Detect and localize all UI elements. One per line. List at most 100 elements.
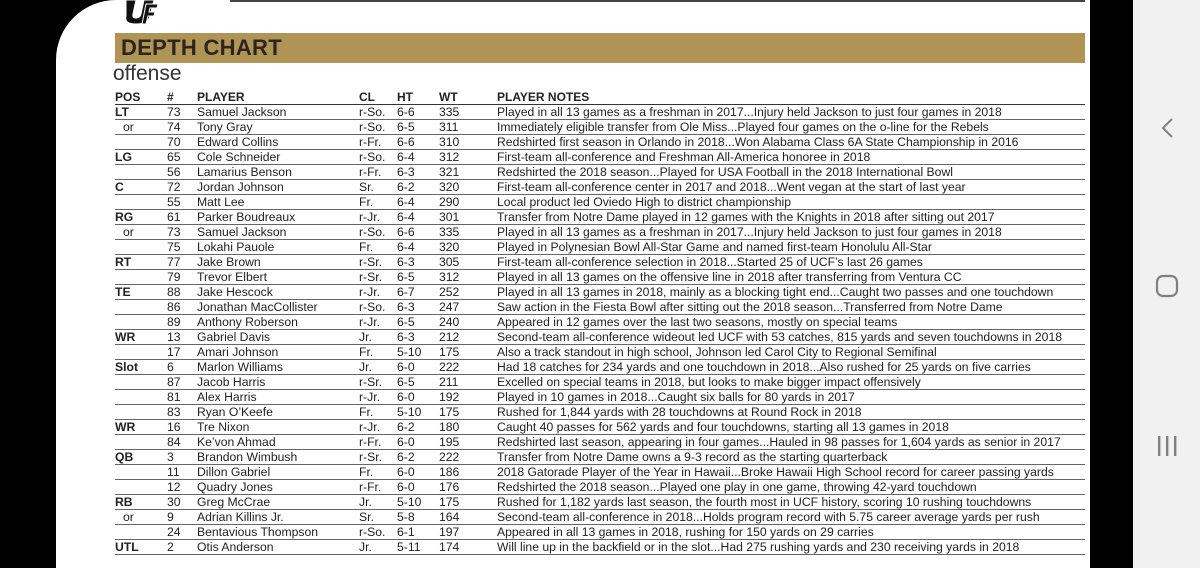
player-weight: 175 bbox=[439, 344, 497, 360]
player-name: Samuel Jackson bbox=[193, 104, 359, 120]
player-name: Edward Collins bbox=[193, 134, 359, 150]
column-header-number: # bbox=[161, 90, 193, 105]
player-number: 89 bbox=[161, 314, 193, 330]
player-notes: Redshirted the 2018 season...Played for … bbox=[497, 164, 1085, 180]
player-position: TE bbox=[115, 284, 161, 300]
table-row: RT 77 Jake Brown r-Sr. 6-3 305 First-team all-… bbox=[115, 254, 1085, 270]
player-number: 77 bbox=[161, 254, 193, 270]
player-class: r-Fr. bbox=[359, 479, 397, 495]
player-class: r-Fr. bbox=[359, 134, 397, 150]
player-weight: 222 bbox=[439, 449, 497, 465]
table-row: UTL 2 Otis Anderson Jr. 5-11 174 Will line up … bbox=[115, 539, 1085, 555]
player-number: 87 bbox=[161, 374, 193, 390]
table-row: Slot 6 Marlon Williams Jr. 6-0 222 Had 18 catc… bbox=[115, 359, 1085, 375]
player-name: Samuel Jackson bbox=[193, 224, 359, 240]
player-height: 6-5 bbox=[397, 314, 439, 330]
player-position: RT bbox=[115, 254, 161, 270]
player-weight: 252 bbox=[439, 284, 497, 300]
column-header-class: CL bbox=[359, 90, 397, 105]
player-notes: Appeared in 12 games over the last two s… bbox=[497, 314, 1085, 330]
back-button[interactable] bbox=[1133, 108, 1200, 148]
player-class: Sr. bbox=[359, 179, 397, 195]
player-name: Otis Anderson bbox=[193, 539, 359, 555]
table-row: 87 Jacob Harris r-Sr. 6-5 211 Excelled on spe… bbox=[115, 374, 1085, 390]
player-notes: Saw action in the Fiesta Bowl after sitt… bbox=[497, 299, 1085, 315]
player-position: WR bbox=[115, 329, 161, 345]
player-name: Gabriel Davis bbox=[193, 329, 359, 345]
player-position bbox=[115, 374, 161, 390]
table-row: WR 16 Tre Nixon r-Jr. 6-2 180 Caught 40 passes… bbox=[115, 419, 1085, 435]
table-row: 89 Anthony Roberson r-Jr. 6-5 240 Appeared in… bbox=[115, 314, 1085, 330]
player-class: Fr. bbox=[359, 344, 397, 360]
player-position: or bbox=[115, 119, 161, 135]
table-row: LT 73 Samuel Jackson r-So. 6-6 335 Played in a… bbox=[115, 104, 1085, 120]
player-number: 74 bbox=[161, 119, 193, 135]
player-weight: 321 bbox=[439, 164, 497, 180]
player-weight: 222 bbox=[439, 359, 497, 375]
player-class: r-Jr. bbox=[359, 419, 397, 435]
player-height: 6-7 bbox=[397, 284, 439, 300]
player-weight: 176 bbox=[439, 479, 497, 495]
player-weight: 192 bbox=[439, 389, 497, 405]
player-height: 5-10 bbox=[397, 404, 439, 420]
player-position: WR bbox=[115, 419, 161, 435]
player-height: 6-3 bbox=[397, 254, 439, 270]
player-weight: 240 bbox=[439, 314, 497, 330]
player-name: Tony Gray bbox=[193, 119, 359, 135]
player-number: 73 bbox=[161, 224, 193, 240]
player-notes: Excelled on special teams in 2018, but l… bbox=[497, 374, 1085, 390]
player-height: 6-6 bbox=[397, 134, 439, 150]
player-class: r-Fr. bbox=[359, 434, 397, 450]
player-weight: 195 bbox=[439, 434, 497, 450]
player-number: 83 bbox=[161, 404, 193, 420]
recents-button[interactable] bbox=[1133, 426, 1200, 466]
player-weight: 180 bbox=[439, 419, 497, 435]
player-notes: Redshirted last season, appearing in fou… bbox=[497, 434, 1085, 450]
player-class: Jr. bbox=[359, 539, 397, 555]
player-class: Fr. bbox=[359, 464, 397, 480]
player-weight: 311 bbox=[439, 119, 497, 135]
table-row: RB 30 Greg McCrae Jr. 5-10 175 Rushed for 1,18… bbox=[115, 494, 1085, 510]
player-name: Jordan Johnson bbox=[193, 179, 359, 195]
player-position bbox=[115, 299, 161, 315]
player-notes: First-team all-conference selection in 2… bbox=[497, 254, 1085, 270]
table-row: or 9 Adrian Killins Jr. Sr. 5-8 164 Second-tea… bbox=[115, 509, 1085, 525]
table-row: 11 Dillon Gabriel Fr. 6-0 186 2018 Gatorade P… bbox=[115, 464, 1085, 480]
player-height: 6-0 bbox=[397, 464, 439, 480]
table-row: or 74 Tony Gray r-So. 6-5 311 Immediately elig… bbox=[115, 119, 1085, 135]
player-notes: Played in all 13 games in 2018, mainly a… bbox=[497, 284, 1085, 300]
player-name: Jonathan MacCollister bbox=[193, 299, 359, 315]
player-notes: Played in 10 games in 2018...Caught six … bbox=[497, 389, 1085, 405]
player-number: 9 bbox=[161, 509, 193, 525]
player-name: Amari Johnson bbox=[193, 344, 359, 360]
player-name: Jake Brown bbox=[193, 254, 359, 270]
player-class: Sr. bbox=[359, 509, 397, 525]
player-height: 6-1 bbox=[397, 524, 439, 540]
player-number: 16 bbox=[161, 419, 193, 435]
player-name: Trevor Elbert bbox=[193, 269, 359, 285]
player-position: or bbox=[115, 224, 161, 240]
table-row: 17 Amari Johnson Fr. 5-10 175 Also a track st… bbox=[115, 344, 1085, 360]
player-weight: 175 bbox=[439, 494, 497, 510]
player-name: Jake Hescock bbox=[193, 284, 359, 300]
player-number: 81 bbox=[161, 389, 193, 405]
player-weight: 335 bbox=[439, 104, 497, 120]
player-position bbox=[115, 524, 161, 540]
player-number: 75 bbox=[161, 239, 193, 255]
table-row: 56 Lamarius Benson r-Fr. 6-3 321 Redshirted t… bbox=[115, 164, 1085, 180]
player-class: r-So. bbox=[359, 149, 397, 165]
player-number: 24 bbox=[161, 524, 193, 540]
player-position bbox=[115, 434, 161, 450]
player-name: Bentavious Thompson bbox=[193, 524, 359, 540]
player-notes: Had 18 catches for 234 yards and one tou… bbox=[497, 359, 1085, 375]
player-notes: First-team all-conference and Freshman A… bbox=[497, 149, 1085, 165]
ucf-logo-icon bbox=[125, 0, 159, 24]
recents-bars-icon bbox=[1157, 436, 1176, 456]
column-header-player: PLAYER bbox=[193, 90, 359, 105]
player-position bbox=[115, 134, 161, 150]
home-button[interactable] bbox=[1133, 266, 1200, 306]
player-number: 88 bbox=[161, 284, 193, 300]
table-header-row: POS # PLAYER CL HT WT PLAYER NOTES bbox=[115, 90, 1085, 105]
table-row: 24 Bentavious Thompson r-So. 6-1 197 Appeared… bbox=[115, 524, 1085, 540]
player-height: 6-4 bbox=[397, 194, 439, 210]
